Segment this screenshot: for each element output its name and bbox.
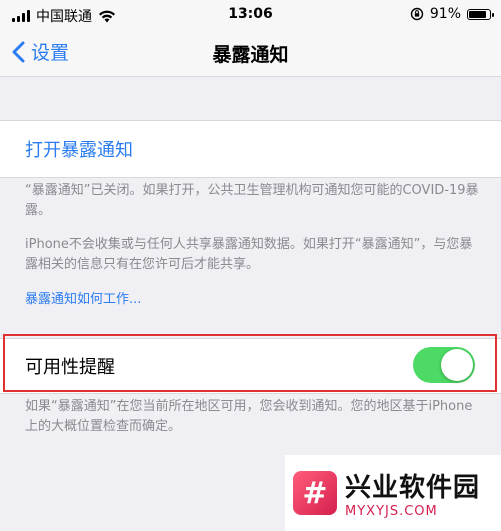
- watermark-name: 兴业软件园: [345, 473, 481, 503]
- toggle-knob: [441, 349, 473, 381]
- battery-icon: [467, 8, 494, 20]
- open-notifications-cell[interactable]: 打开暴露通知: [0, 120, 501, 178]
- how-it-works-link[interactable]: 暴露通知如何工作...: [25, 288, 141, 307]
- availability-reminder-cell: 可用性提醒: [0, 338, 501, 394]
- watermark-text: 兴业软件园 MYXYJS.COM: [345, 467, 480, 519]
- watermark: # 兴业软件园 MYXYJS.COM: [285, 455, 501, 531]
- open-notifications-link[interactable]: 打开暴露通知: [25, 136, 133, 162]
- availability-reminder-label: 可用性提醒: [25, 357, 115, 378]
- battery-fill: [469, 10, 486, 18]
- status-right: 91%: [410, 6, 494, 22]
- watermark-logo: #: [293, 471, 337, 515]
- privacy-footnote: iPhone不会收集或与任何人共享暴露通知数据。如果打开“暴露通知”，与您暴露相…: [25, 237, 473, 272]
- status-footnote: “暴露通知”已关闭。如果打开，公共卫生管理机构可通知您可能的COVID-19暴露…: [25, 183, 479, 218]
- watermark-url: MYXYJS.COM: [345, 504, 438, 519]
- status-bar: 中国联通 13:06 91%: [0, 0, 501, 30]
- availability-footnote: 如果“暴露通知”在您当前所在地区可用，您会收到通知。您的地区基于iPhone上的…: [25, 399, 473, 434]
- rotation-lock-icon: [410, 7, 424, 21]
- availability-reminder-toggle[interactable]: [413, 347, 475, 383]
- navigation-bar: 设置 暴露通知: [0, 30, 501, 77]
- battery-percent: 91%: [429, 6, 461, 22]
- page-title: 暴露通知: [212, 44, 289, 66]
